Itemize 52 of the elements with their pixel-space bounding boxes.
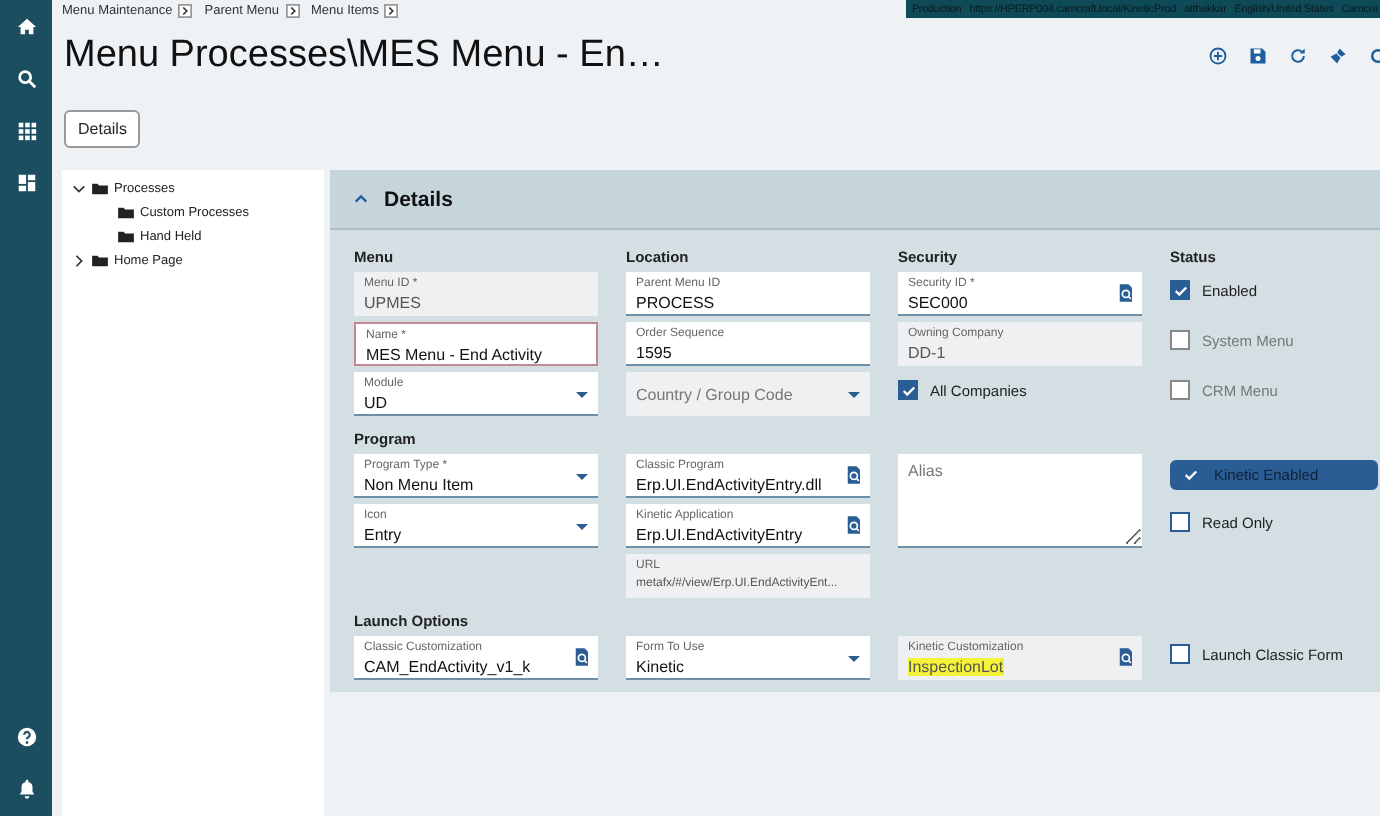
help-icon[interactable] [15,726,37,748]
field-value: UPMES [364,294,421,312]
caret-down-icon[interactable] [576,474,588,480]
details-tab[interactable]: Details [64,110,141,148]
field-placeholder: Country / Group Code [636,386,795,404]
field-value: Erp.UI.EndActivityEntry [636,526,803,544]
refresh-icon[interactable] [1288,46,1308,66]
chevron-down-icon[interactable] [72,181,86,195]
field-value: InspectionLot [908,658,1004,676]
dashboard-icon[interactable] [15,172,37,194]
chevron-right-icon[interactable] [178,4,193,18]
field-value: Erp.UI.EndActivityEntry.dll [636,476,822,494]
alias-field[interactable]: Alias [898,454,1142,548]
chevron-up-icon[interactable] [354,192,368,206]
caret-down-icon[interactable] [848,392,860,398]
checkbox[interactable] [1170,280,1190,300]
field-value: UD [364,394,388,412]
dropdown-field[interactable]: Country / Group Code [626,372,870,416]
lookup-icon[interactable] [846,516,860,534]
search-icon[interactable] [15,68,37,90]
save-icon[interactable] [1248,46,1268,66]
check-icon [901,383,915,397]
page-title: Menu Processes\MES Menu - En… [64,34,664,78]
home-icon[interactable] [15,16,37,38]
field-value: DD-1 [908,344,946,362]
caret-down-icon[interactable] [576,392,588,398]
checkbox[interactable] [1170,644,1190,664]
field-value: MES Menu - End Activity [366,346,543,364]
check-icon [1184,468,1198,482]
caret-down-icon[interactable] [848,656,860,662]
field-value: Entry [364,526,402,544]
bell-icon[interactable] [15,778,37,800]
section-title: Details [384,187,453,211]
field-value: 1595 [636,344,672,362]
chevron-right-icon[interactable] [384,4,399,18]
check-icon [1173,283,1187,297]
lookup-icon[interactable] [1118,648,1132,666]
field-value: PROCESS [636,294,715,312]
field-value: CAM_EndActivity_v1_k [364,658,531,676]
field-value: Non Menu Item [364,476,474,494]
lookup-icon[interactable] [1118,284,1132,302]
caret-down-icon[interactable] [576,524,588,530]
field-value: Kinetic [636,658,685,676]
field-value: SEC000 [908,294,968,312]
add-icon[interactable] [1208,46,1228,66]
apps-grid-icon[interactable] [15,120,37,142]
chevron-right-icon[interactable] [285,4,300,18]
lookup-icon[interactable] [574,648,588,666]
checkbox[interactable] [898,380,918,400]
chevron-right-icon[interactable] [72,253,86,267]
lookup-icon[interactable] [846,466,860,484]
checkbox[interactable] [1170,512,1190,532]
